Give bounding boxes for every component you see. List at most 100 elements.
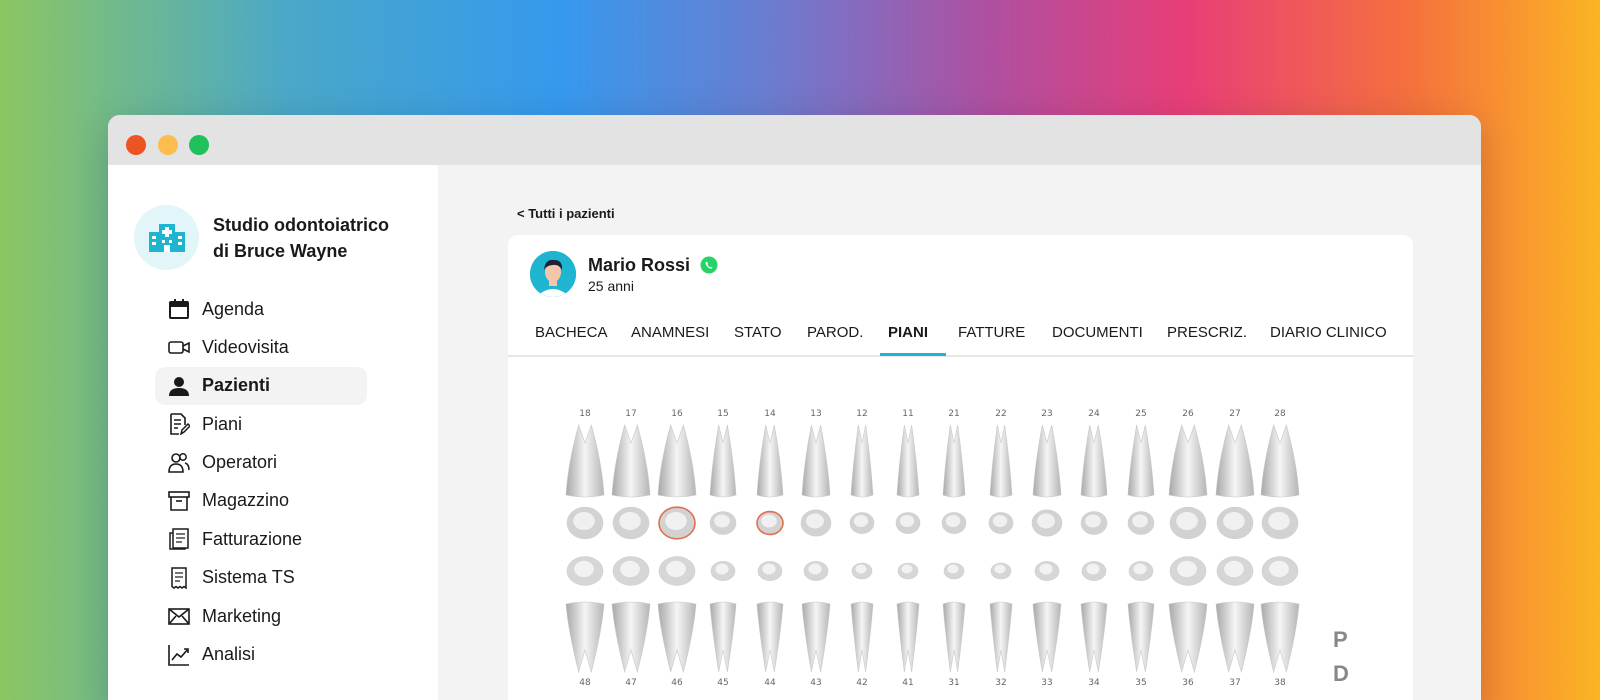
tab-stato[interactable]: STATO	[734, 324, 782, 341]
tooth-upper-14[interactable]	[748, 423, 792, 506]
studio-name: Studio odontoiatrico di Bruce Wayne	[213, 212, 389, 264]
tooth-occlusal-33[interactable]	[1025, 553, 1069, 594]
back-to-patients-link[interactable]: < Tutti i pazienti	[517, 206, 615, 221]
tooth-occlusal-47[interactable]	[609, 553, 653, 594]
sidebar-item-label: Videovisita	[202, 336, 289, 357]
sidebar-item-piani[interactable]: Piani	[155, 405, 367, 443]
tooth-lower-38[interactable]	[1258, 600, 1302, 683]
tooth-number-upper: 15	[717, 409, 729, 419]
tab-fatture[interactable]: FATTURE	[958, 324, 1025, 341]
tooth-occlusal-46[interactable]	[655, 553, 699, 594]
close-window-button[interactable]	[126, 135, 146, 155]
whatsapp-icon[interactable]	[700, 256, 718, 274]
tooth-occlusal-26[interactable]	[1166, 503, 1210, 548]
tooth-occlusal-22[interactable]	[979, 503, 1023, 548]
sidebar-item-sistema-ts[interactable]: Sistema TS	[155, 559, 367, 597]
tab-piani[interactable]: PIANI	[888, 324, 928, 341]
maximize-window-button[interactable]	[189, 135, 209, 155]
tab-diario-clinico[interactable]: DIARIO CLINICO	[1270, 324, 1387, 341]
tooth-lower-45[interactable]	[701, 600, 745, 683]
tooth-number-lower: 38	[1274, 678, 1286, 688]
tooth-occlusal-48[interactable]	[563, 553, 607, 594]
tooth-occlusal-14[interactable]	[748, 503, 792, 548]
tooth-occlusal-27[interactable]	[1213, 503, 1257, 548]
tooth-upper-24[interactable]	[1072, 423, 1116, 506]
tooth-lower-31[interactable]	[932, 600, 976, 683]
sidebar-item-operatori[interactable]: Operatori	[155, 444, 367, 482]
calendar-icon	[167, 297, 191, 321]
tooth-upper-21[interactable]	[932, 423, 976, 506]
tooth-occlusal-42[interactable]	[840, 553, 884, 594]
tooth-number-lower: 32	[995, 678, 1007, 688]
tab-bacheca[interactable]: BACHECA	[535, 324, 608, 341]
tooth-upper-11[interactable]	[886, 423, 930, 506]
sidebar-item-marketing[interactable]: Marketing	[155, 597, 367, 635]
tooth-lower-42[interactable]	[840, 600, 884, 683]
tooth-occlusal-31[interactable]	[932, 553, 976, 594]
tooth-occlusal-37[interactable]	[1213, 553, 1257, 594]
archive-icon	[167, 489, 191, 513]
tooth-upper-23[interactable]	[1025, 423, 1069, 506]
tooth-upper-27[interactable]	[1213, 423, 1257, 506]
tooth-occlusal-24[interactable]	[1072, 503, 1116, 548]
tooth-upper-13[interactable]	[794, 423, 838, 506]
tooth-occlusal-28[interactable]	[1258, 503, 1302, 548]
sidebar-item-agenda[interactable]: Agenda	[155, 290, 367, 328]
tooth-occlusal-13[interactable]	[794, 503, 838, 548]
tooth-occlusal-16[interactable]	[655, 503, 699, 548]
tooth-occlusal-35[interactable]	[1119, 553, 1163, 594]
tooth-upper-25[interactable]	[1119, 423, 1163, 506]
sidebar-item-analisi[interactable]: Analisi	[155, 636, 367, 674]
tooth-upper-16[interactable]	[655, 423, 699, 506]
tooth-lower-32[interactable]	[979, 600, 1023, 683]
tooth-occlusal-17[interactable]	[609, 503, 653, 548]
tooth-occlusal-11[interactable]	[886, 503, 930, 548]
tooth-number-upper: 28	[1274, 409, 1286, 419]
tooth-lower-48[interactable]	[563, 600, 607, 683]
tooth-occlusal-15[interactable]	[701, 503, 745, 548]
tooth-occlusal-43[interactable]	[794, 553, 838, 594]
tooth-lower-44[interactable]	[748, 600, 792, 683]
tooth-occlusal-36[interactable]	[1166, 553, 1210, 594]
tooth-lower-34[interactable]	[1072, 600, 1116, 683]
tooth-lower-46[interactable]	[655, 600, 699, 683]
tooth-upper-12[interactable]	[840, 423, 884, 506]
sidebar-item-magazzino[interactable]: Magazzino	[155, 482, 367, 520]
tooth-occlusal-21[interactable]	[932, 503, 976, 548]
tooth-occlusal-38[interactable]	[1258, 553, 1302, 594]
sidebar-item-videovisita[interactable]: Videovisita	[155, 328, 367, 366]
tooth-occlusal-32[interactable]	[979, 553, 1023, 594]
tooth-number-upper: 24	[1088, 409, 1100, 419]
tooth-occlusal-44[interactable]	[748, 553, 792, 594]
tab-anamnesi[interactable]: ANAMNESI	[631, 324, 709, 341]
tooth-occlusal-34[interactable]	[1072, 553, 1116, 594]
sidebar-item-pazienti[interactable]: Pazienti	[155, 366, 367, 405]
tooth-occlusal-41[interactable]	[886, 553, 930, 594]
tooth-lower-47[interactable]	[609, 600, 653, 683]
minimize-window-button[interactable]	[158, 135, 178, 155]
sidebar-item-fatturazione[interactable]: Fatturazione	[155, 520, 367, 558]
tooth-upper-18[interactable]	[563, 423, 607, 506]
tab-parod[interactable]: PAROD.	[807, 324, 863, 341]
tooth-lower-35[interactable]	[1119, 600, 1163, 683]
tooth-upper-15[interactable]	[701, 423, 745, 506]
patient-card: Mario Rossi 25 anni BACHECA ANAMNESI STA…	[508, 235, 1413, 700]
tooth-occlusal-45[interactable]	[701, 553, 745, 594]
tooth-upper-28[interactable]	[1258, 423, 1302, 506]
tooth-lower-41[interactable]	[886, 600, 930, 683]
tooth-lower-37[interactable]	[1213, 600, 1257, 683]
tooth-lower-36[interactable]	[1166, 600, 1210, 683]
tab-prescriz[interactable]: PRESCRIZ.	[1167, 324, 1247, 341]
tooth-occlusal-12[interactable]	[840, 503, 884, 548]
tooth-number-upper: 17	[625, 409, 637, 419]
tooth-upper-22[interactable]	[979, 423, 1023, 506]
tooth-upper-17[interactable]	[609, 423, 653, 506]
tooth-lower-43[interactable]	[794, 600, 838, 683]
tooth-occlusal-23[interactable]	[1025, 503, 1069, 548]
tooth-lower-33[interactable]	[1025, 600, 1069, 683]
tooth-occlusal-25[interactable]	[1119, 503, 1163, 548]
tooth-upper-26[interactable]	[1166, 423, 1210, 506]
tooth-occlusal-18[interactable]	[563, 503, 607, 548]
tab-documenti[interactable]: DOCUMENTI	[1052, 324, 1143, 341]
tooth-number-upper: 11	[902, 409, 914, 419]
